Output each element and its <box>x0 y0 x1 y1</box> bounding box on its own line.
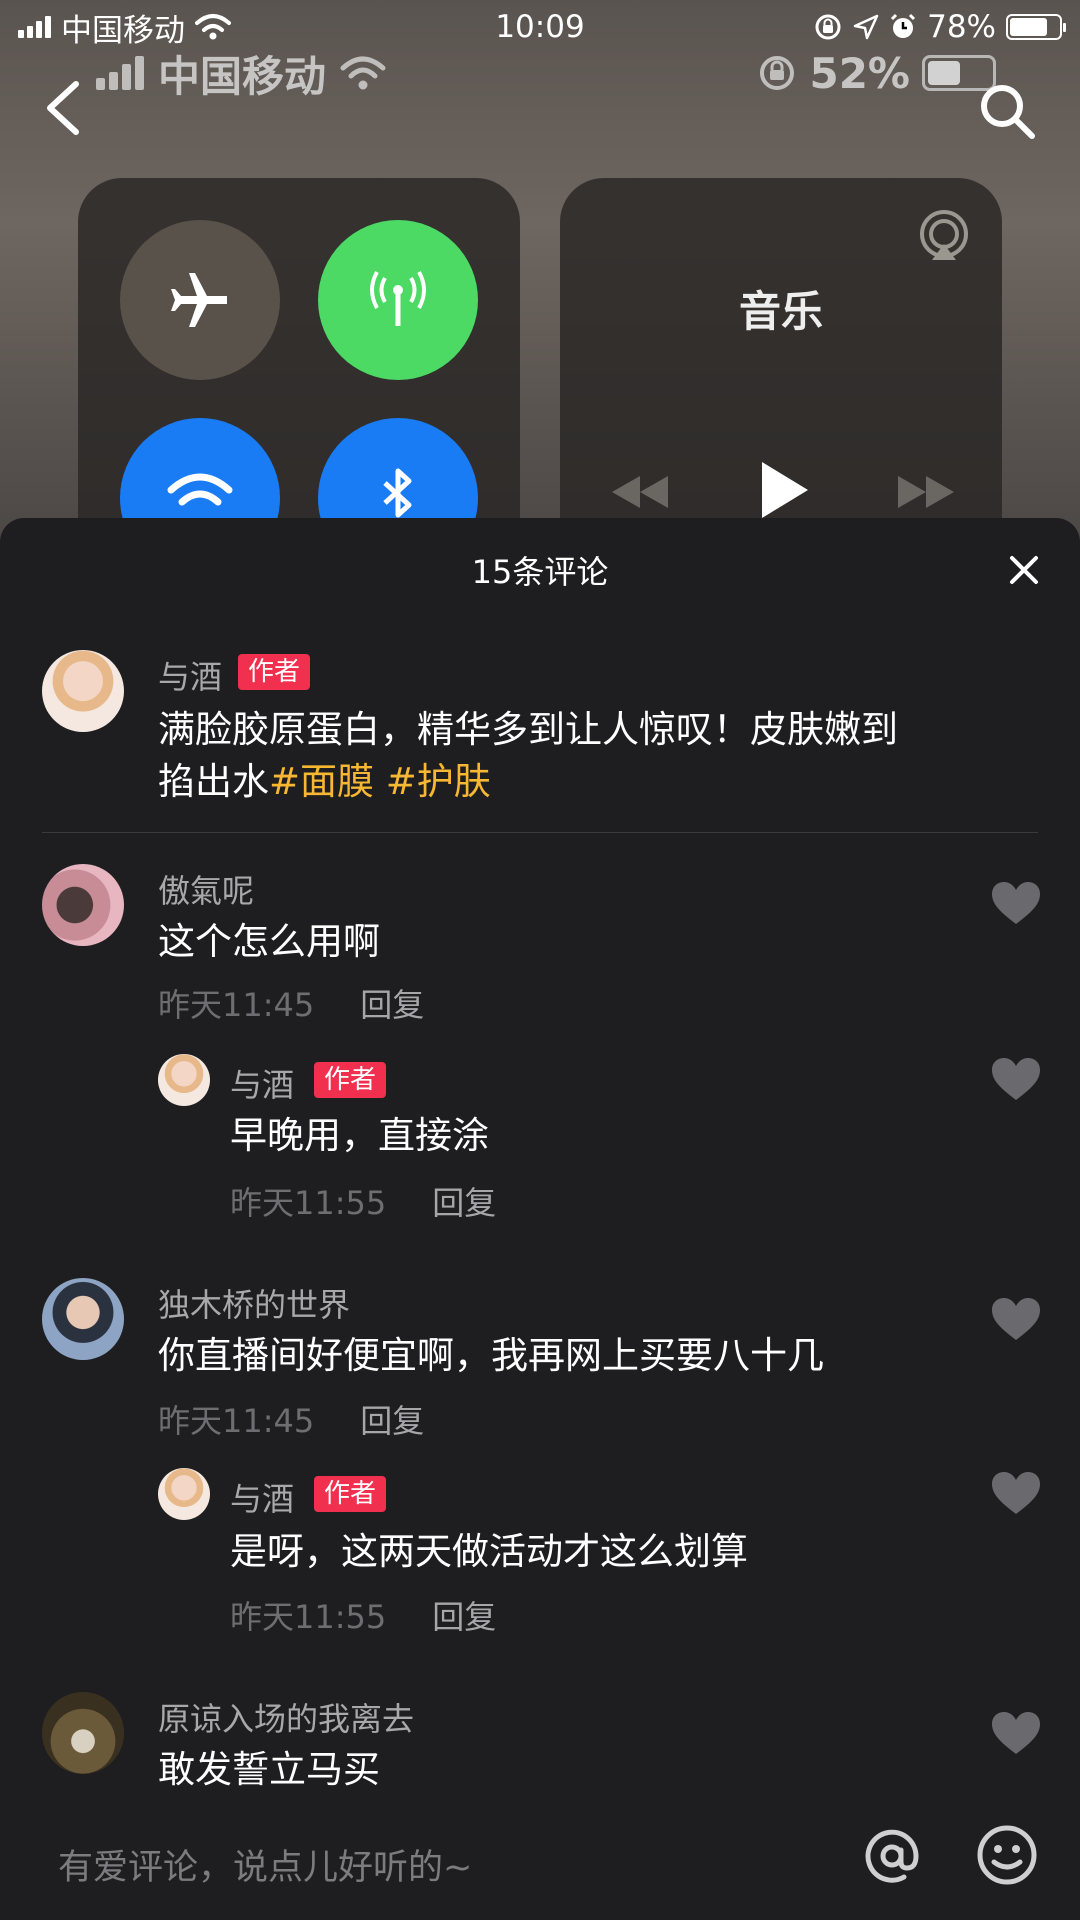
reply-button[interactable]: 回复 <box>360 1396 424 1442</box>
alarm-icon <box>891 13 916 38</box>
like-heart-icon[interactable] <box>990 1056 1042 1102</box>
close-icon[interactable] <box>1006 552 1042 588</box>
author-post-line2-text: 掐出水 <box>158 760 269 803</box>
reply-button[interactable]: 回复 <box>432 1178 496 1224</box>
fast-forward-icon <box>898 476 954 508</box>
avatar[interactable] <box>158 1468 210 1520</box>
comment-username[interactable]: 原谅入场的我离去 <box>158 1694 414 1740</box>
carrier-name: 中国移动 <box>61 12 185 49</box>
video-wifi-icon <box>340 56 386 90</box>
comment-text: 这个怎么用啊 <box>158 920 380 963</box>
author-badge: 作者 <box>314 1062 387 1098</box>
music-title: 音乐 <box>738 287 823 336</box>
battery-icon <box>1006 14 1066 40</box>
rotation-lock-icon <box>815 14 841 40</box>
cellular-data-icon <box>318 220 478 380</box>
avatar[interactable] <box>42 864 124 946</box>
comment-username[interactable]: 傲氣呢 <box>158 866 254 912</box>
author-post-text: 满脸胶原蛋白，精华多到让人惊叹！皮肤嫩到 掐出水#面膜 #护肤 <box>158 704 1018 808</box>
video-music-panel: 音乐 <box>560 178 1002 560</box>
author-username[interactable]: 与酒 <box>158 652 222 698</box>
wifi-icon <box>195 14 231 40</box>
location-icon <box>853 14 879 40</box>
video-inner-status-bar: 中国移动 52% <box>96 48 996 101</box>
comment-meta: 昨天11:45 回复 <box>158 980 424 1026</box>
comment-input[interactable]: 有爱评论，说点儿好听的~ <box>58 1839 472 1890</box>
hashtag-link[interactable]: #护肤 <box>386 760 491 803</box>
like-heart-icon[interactable] <box>990 1296 1042 1342</box>
search-icon[interactable] <box>978 82 1036 140</box>
video-background[interactable]: 中国移动 52% 音乐 <box>0 0 1080 560</box>
avatar[interactable] <box>42 1278 124 1360</box>
avatar[interactable] <box>42 1692 124 1774</box>
emoji-icon[interactable] <box>976 1824 1038 1886</box>
airplane-mode-icon <box>120 220 280 380</box>
comment-username[interactable]: 独木桥的世界 <box>158 1280 350 1326</box>
reply-time: 昨天11:55 <box>230 1184 387 1222</box>
reply-username[interactable]: 与酒 <box>230 1474 294 1520</box>
like-heart-icon[interactable] <box>990 880 1042 926</box>
comments-count-title: 15条评论 <box>471 553 609 591</box>
comments-header: 15条评论 <box>0 518 1080 622</box>
status-bar: 中国移动 10:09 78% <box>0 0 1080 54</box>
at-mention-icon[interactable] <box>860 1824 924 1888</box>
video-battery-percent: 52% <box>809 48 910 98</box>
signal-icon <box>18 16 51 38</box>
clock: 10:09 <box>495 9 585 45</box>
divider <box>42 832 1038 833</box>
comment-text: 敢发誓立马买 <box>158 1748 380 1791</box>
reply-time: 昨天11:55 <box>230 1598 387 1636</box>
reply-username[interactable]: 与酒 <box>230 1060 294 1106</box>
like-heart-icon[interactable] <box>990 1470 1042 1516</box>
avatar[interactable] <box>42 650 124 732</box>
airplay-icon <box>920 210 968 260</box>
author-post-line2: 掐出水#面膜 #护肤 <box>158 756 1018 808</box>
author-post-line1: 满脸胶原蛋白，精华多到让人惊叹！皮肤嫩到 <box>158 708 898 751</box>
battery-percent: 78% <box>927 9 996 45</box>
reply-text: 早晚用，直接涂 <box>230 1114 489 1157</box>
reply-text: 是呀，这两天做活动才这么划算 <box>230 1530 748 1573</box>
video-connectivity-panel <box>78 178 520 560</box>
avatar[interactable] <box>158 1054 210 1106</box>
reply-meta: 昨天11:55 回复 <box>230 1592 496 1638</box>
hashtag-link[interactable]: #面膜 <box>269 760 374 803</box>
video-signal-icon <box>96 56 144 90</box>
reply-button[interactable]: 回复 <box>432 1592 496 1638</box>
author-badge: 作者 <box>314 1476 387 1512</box>
reply-meta: 昨天11:55 回复 <box>230 1178 496 1224</box>
video-rotation-lock-icon <box>760 56 795 90</box>
play-icon <box>762 462 808 518</box>
like-heart-icon[interactable] <box>990 1710 1042 1756</box>
rewind-icon <box>612 476 668 508</box>
comment-time: 昨天11:45 <box>158 986 315 1024</box>
comment-meta: 昨天11:45 回复 <box>158 1396 424 1442</box>
reply-button[interactable]: 回复 <box>360 980 424 1026</box>
comment-text: 你直播间好便宜啊，我再网上买要八十几 <box>158 1334 824 1377</box>
back-button[interactable] <box>38 78 88 138</box>
comment-time: 昨天11:45 <box>158 1402 315 1440</box>
author-badge: 作者 <box>238 654 311 690</box>
